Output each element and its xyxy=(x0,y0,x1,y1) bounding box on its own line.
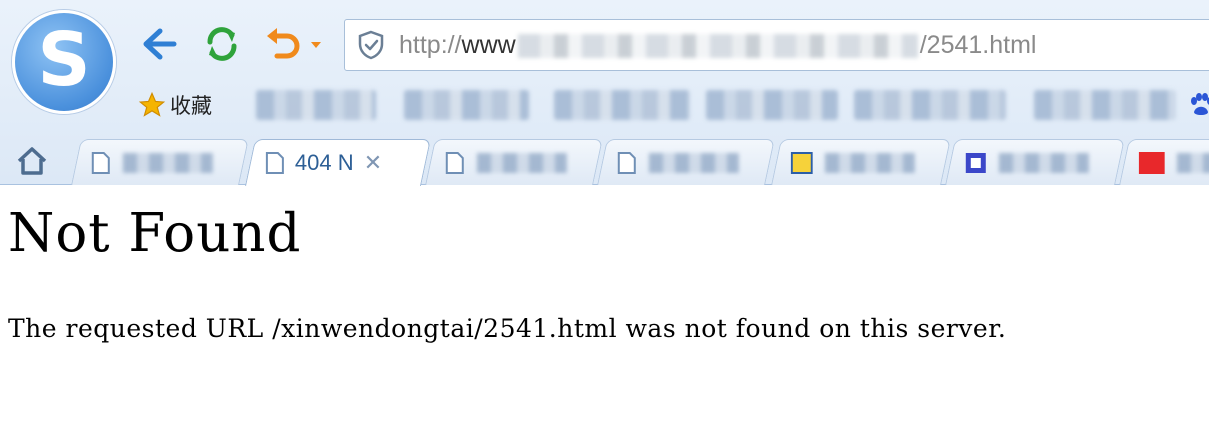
error-heading: Not Found xyxy=(8,203,302,264)
tab[interactable] xyxy=(425,139,603,185)
refresh-icon xyxy=(207,27,237,61)
home-icon xyxy=(17,147,47,175)
tab[interactable] xyxy=(945,139,1125,185)
site-favicon-icon xyxy=(965,152,986,173)
page-icon xyxy=(617,151,636,174)
security-shield-icon[interactable] xyxy=(357,30,387,60)
error-message: The requested URL /xinwendongtai/2541.ht… xyxy=(8,314,1007,343)
tab-label-redacted xyxy=(824,152,915,173)
tab-label-redacted xyxy=(1176,152,1209,173)
address-text[interactable]: http://www/2541.html xyxy=(399,31,1036,60)
tab-active[interactable]: 404 N ✕ xyxy=(245,139,431,186)
tab[interactable] xyxy=(71,139,249,185)
site-favicon-icon xyxy=(1138,151,1165,174)
address-bar[interactable]: http://www/2541.html xyxy=(344,19,1209,71)
tab-label-redacted xyxy=(476,152,567,173)
tab[interactable] xyxy=(771,139,951,185)
tab-strip: 404 N ✕ xyxy=(0,135,1209,186)
baidu-paw-icon[interactable] xyxy=(1186,90,1209,120)
url-host: www xyxy=(461,30,516,59)
logo-letter: S xyxy=(37,17,91,103)
bookmark-item[interactable] xyxy=(554,90,690,120)
close-icon[interactable]: ✕ xyxy=(364,151,382,176)
back-button[interactable] xyxy=(138,24,180,64)
tab-label-redacted xyxy=(122,152,213,173)
tab-label-redacted xyxy=(998,152,1089,173)
tab-label: 404 N xyxy=(294,150,354,175)
star-icon xyxy=(138,91,166,117)
home-button[interactable] xyxy=(14,143,50,179)
page-icon xyxy=(91,151,110,174)
bookmark-item[interactable] xyxy=(854,90,1006,120)
page-icon xyxy=(445,151,464,174)
url-redacted-segment xyxy=(517,33,918,58)
favorites-button[interactable]: 收藏 xyxy=(138,90,212,120)
undo-close-tab-button[interactable] xyxy=(262,24,328,64)
tab[interactable] xyxy=(597,139,775,185)
bookmark-item[interactable] xyxy=(404,90,529,120)
tab[interactable] xyxy=(1119,139,1209,185)
page-icon xyxy=(265,152,284,174)
favorites-label: 收藏 xyxy=(170,94,212,118)
back-arrow-icon xyxy=(143,28,177,60)
page-content: Not Found The requested URL /xinwendongt… xyxy=(8,207,1198,343)
bookmark-item[interactable] xyxy=(256,90,376,120)
browser-chrome: S http://www/2541.html 收藏 404 N ✕ xyxy=(0,0,1209,186)
url-scheme: http:// xyxy=(399,30,462,59)
url-path-end: /2541.html xyxy=(919,30,1037,59)
bookmarks-bar: 收藏 xyxy=(138,86,1209,124)
site-favicon-icon xyxy=(790,151,813,174)
bookmark-item[interactable] xyxy=(1034,90,1176,120)
undo-icon xyxy=(267,28,321,59)
refresh-button[interactable] xyxy=(200,24,244,64)
tab-label-redacted xyxy=(648,152,739,173)
browser-logo[interactable]: S xyxy=(12,10,116,114)
bookmark-item[interactable] xyxy=(706,90,838,120)
